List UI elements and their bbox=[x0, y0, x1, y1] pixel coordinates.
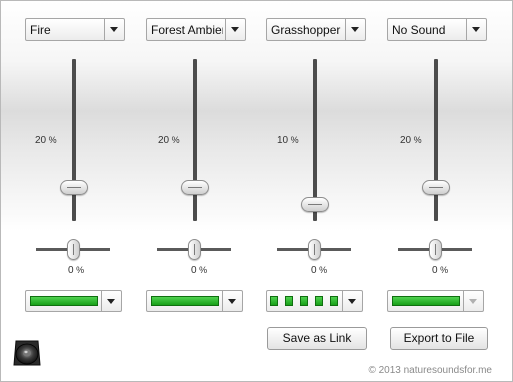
volume-slider-thumb[interactable] bbox=[422, 180, 450, 195]
steady-level-icon bbox=[30, 296, 98, 306]
chevron-down-icon bbox=[351, 27, 359, 32]
chevron-down-icon bbox=[348, 299, 356, 304]
volume-readout: 20 % bbox=[35, 135, 57, 146]
balance-slider-thumb[interactable] bbox=[67, 239, 80, 260]
steady-level-icon bbox=[392, 296, 460, 306]
dropdown-button[interactable] bbox=[101, 291, 121, 311]
modulation-select-4[interactable] bbox=[387, 290, 484, 312]
modulation-select-1[interactable] bbox=[25, 290, 122, 312]
mixer-window: Fire 20 % 0 % Forest Ambien 20 % 0 % Gra… bbox=[0, 0, 513, 382]
sound-select-2[interactable]: Forest Ambien bbox=[146, 18, 246, 41]
sound-select-1[interactable]: Fire bbox=[25, 18, 125, 41]
volume-unit: % bbox=[290, 135, 299, 145]
speaker-icon[interactable] bbox=[12, 337, 42, 369]
sound-select-value: Grasshopper bbox=[271, 23, 341, 37]
copyright-text: © 2013 naturesoundsfor.me bbox=[368, 365, 492, 376]
balance-value: 0 bbox=[191, 265, 197, 276]
dropdown-button[interactable] bbox=[342, 291, 362, 311]
balance-slider-thumb[interactable] bbox=[429, 239, 442, 260]
pulsing-level-icon bbox=[270, 296, 342, 306]
balance-unit: % bbox=[76, 265, 85, 275]
balance-slider-thumb[interactable] bbox=[188, 239, 201, 260]
volume-readout: 10 % bbox=[277, 135, 299, 146]
chevron-down-icon bbox=[469, 299, 477, 304]
volume-slider-track[interactable] bbox=[72, 59, 76, 221]
export-to-file-button[interactable]: Export to File bbox=[390, 327, 488, 350]
sound-select-value: No Sound bbox=[392, 23, 446, 37]
balance-slider-thumb[interactable] bbox=[308, 239, 321, 260]
chevron-down-icon bbox=[110, 27, 118, 32]
volume-value: 20 bbox=[400, 135, 412, 146]
channel-3: Grasshopper 10 % 0 % bbox=[266, 1, 366, 321]
balance-value: 0 bbox=[432, 265, 438, 276]
balance-unit: % bbox=[319, 265, 328, 275]
dropdown-button[interactable] bbox=[225, 19, 245, 40]
volume-readout: 20 % bbox=[158, 135, 180, 146]
channel-1: Fire 20 % 0 % bbox=[25, 1, 125, 321]
volume-unit: % bbox=[413, 135, 422, 145]
chevron-down-icon bbox=[472, 27, 480, 32]
sound-select-value: Fire bbox=[30, 23, 51, 37]
volume-unit: % bbox=[171, 135, 180, 145]
dropdown-button[interactable] bbox=[345, 19, 365, 40]
modulation-select-2[interactable] bbox=[146, 290, 243, 312]
volume-unit: % bbox=[48, 135, 57, 145]
volume-slider-thumb[interactable] bbox=[301, 197, 329, 212]
channel-2: Forest Ambien 20 % 0 % bbox=[146, 1, 246, 321]
volume-slider-thumb[interactable] bbox=[60, 180, 88, 195]
volume-value: 20 bbox=[158, 135, 170, 146]
volume-slider-track[interactable] bbox=[193, 59, 197, 221]
balance-readout: 0 % bbox=[68, 265, 84, 276]
balance-unit: % bbox=[199, 265, 208, 275]
chevron-down-icon bbox=[228, 299, 236, 304]
volume-value: 10 bbox=[277, 135, 289, 146]
dropdown-button[interactable] bbox=[104, 19, 124, 40]
volume-value: 20 bbox=[35, 135, 47, 146]
dropdown-button[interactable] bbox=[463, 291, 483, 311]
chevron-down-icon bbox=[231, 27, 239, 32]
save-as-link-button[interactable]: Save as Link bbox=[267, 327, 367, 350]
balance-value: 0 bbox=[311, 265, 317, 276]
modulation-select-3[interactable] bbox=[266, 290, 363, 312]
balance-readout: 0 % bbox=[311, 265, 327, 276]
dropdown-button[interactable] bbox=[466, 19, 486, 40]
sound-select-4[interactable]: No Sound bbox=[387, 18, 487, 41]
chevron-down-icon bbox=[107, 299, 115, 304]
balance-readout: 0 % bbox=[432, 265, 448, 276]
sound-select-value: Forest Ambien bbox=[151, 23, 223, 37]
dropdown-button[interactable] bbox=[222, 291, 242, 311]
volume-slider-track[interactable] bbox=[434, 59, 438, 221]
volume-slider-thumb[interactable] bbox=[181, 180, 209, 195]
balance-readout: 0 % bbox=[191, 265, 207, 276]
channel-4: No Sound 20 % 0 % bbox=[387, 1, 487, 321]
balance-unit: % bbox=[440, 265, 449, 275]
sound-select-3[interactable]: Grasshopper bbox=[266, 18, 366, 41]
balance-value: 0 bbox=[68, 265, 74, 276]
steady-level-icon bbox=[151, 296, 219, 306]
volume-readout: 20 % bbox=[400, 135, 422, 146]
